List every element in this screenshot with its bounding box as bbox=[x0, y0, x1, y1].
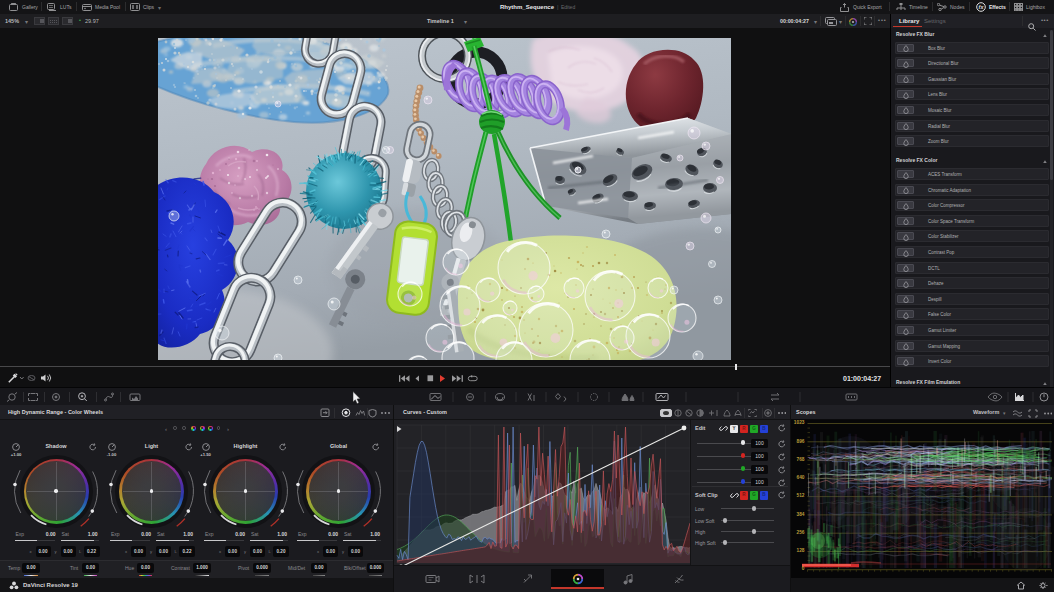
svg-text:fx: fx bbox=[979, 4, 985, 10]
